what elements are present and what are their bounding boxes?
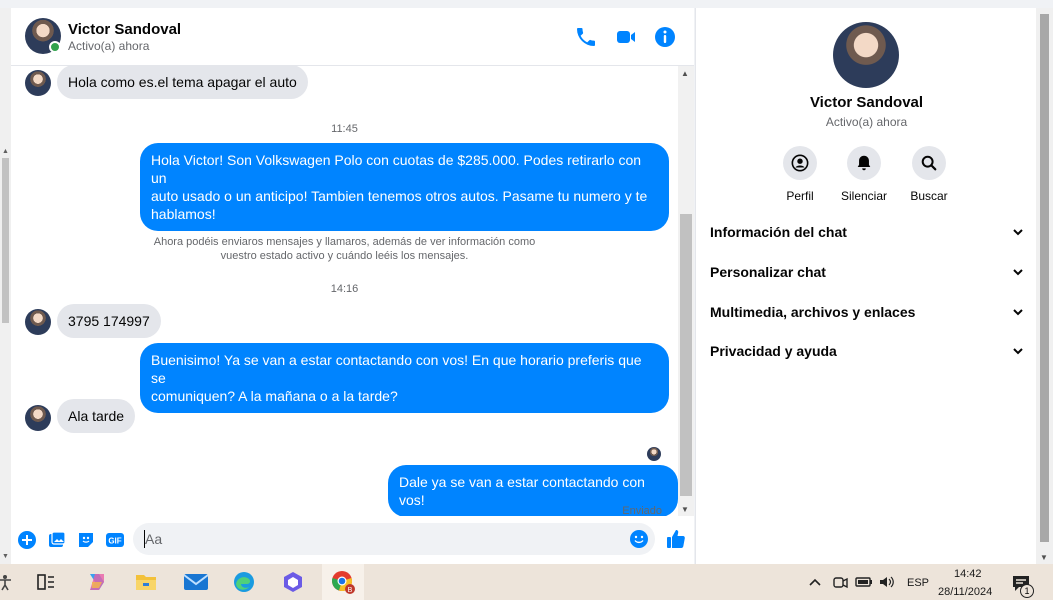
system-notice: Ahora podéis enviaros mensajes y llamaro… [141, 235, 548, 263]
page-scrollbar[interactable]: ▼ [1036, 8, 1053, 564]
windows-taskbar: B ESP 14:42 28/11/2024 1 [0, 564, 1053, 600]
message-timestamp: 14:16 [330, 283, 359, 295]
section-media-files-links[interactable]: Multimedia, archivos y enlaces [710, 298, 1024, 326]
like-icon[interactable] [665, 528, 687, 550]
profile-button[interactable]: Perfil [765, 146, 835, 203]
chevron-up-icon[interactable] [808, 576, 822, 588]
scroll-down-arrow-icon[interactable]: ▼ [1040, 553, 1048, 562]
message-composer: GIF [11, 516, 694, 564]
scroll-up-arrow-icon[interactable]: ▲ [681, 69, 689, 78]
chevron-down-icon [1013, 348, 1023, 355]
incoming-message[interactable]: 3795 174997 [57, 304, 161, 338]
scrollbar-thumb[interactable] [680, 214, 692, 496]
scrollbar-thumb[interactable] [2, 158, 9, 323]
message-list[interactable]: Hola como es.el tema apagar el auto 11:4… [11, 66, 678, 516]
message-input-box[interactable] [133, 523, 655, 555]
profile-status: Activo(a) ahora [825, 115, 908, 129]
section-title: Multimedia, archivos y enlaces [710, 304, 916, 320]
incoming-message[interactable]: Ala tarde [57, 399, 136, 433]
chat-panel: Victor Sandoval Activo(a) ahora Hola com… [11, 8, 694, 564]
copilot-app-icon[interactable] [272, 564, 314, 600]
sticker-icon[interactable] [76, 530, 96, 550]
delivery-status: Enviado [622, 505, 662, 516]
scrollbar-thumb[interactable] [1040, 14, 1049, 542]
battery-icon[interactable] [855, 575, 873, 589]
outgoing-message[interactable]: Buenisimo! Ya se van a estar contactando… [140, 343, 669, 413]
chevron-down-icon [1013, 309, 1023, 316]
clock-date[interactable]: 28/11/2024 [938, 586, 992, 598]
bell-icon [857, 155, 871, 171]
search-icon [921, 155, 937, 171]
window-top-edge [0, 0, 1053, 8]
action-label: Perfil [786, 189, 814, 203]
section-title: Personalizar chat [710, 264, 826, 280]
message-timestamp: 11:45 [331, 123, 358, 135]
notification-count-badge: 1 [1020, 584, 1034, 598]
section-privacy-support[interactable]: Privacidad y ayuda [710, 337, 1024, 365]
section-title: Privacidad y ayuda [710, 343, 837, 359]
section-chat-info[interactable]: Información del chat [710, 218, 1024, 246]
video-call-icon[interactable] [614, 25, 638, 49]
sender-avatar[interactable] [25, 405, 51, 431]
language-indicator[interactable]: ESP [907, 577, 929, 589]
notice-line: Ahora podéis enviaros mensajes y llamaro… [153, 236, 536, 248]
plus-icon[interactable] [17, 530, 37, 550]
chevron-down-icon [1013, 269, 1023, 276]
scroll-up-arrow-icon[interactable]: ▲ [2, 148, 9, 155]
chat-header: Victor Sandoval Activo(a) ahora [11, 8, 694, 66]
online-indicator [49, 41, 61, 53]
meet-now-icon[interactable] [832, 575, 848, 591]
contact-status: Activo(a) ahora [68, 39, 150, 53]
sender-avatar[interactable] [25, 70, 51, 96]
task-view-icon[interactable] [25, 564, 67, 600]
profile-icon [791, 154, 809, 172]
profile-name: Victor Sandoval [809, 94, 924, 111]
mute-button[interactable]: Silenciar [829, 146, 899, 203]
edge-icon[interactable] [223, 564, 265, 600]
contact-name[interactable]: Victor Sandoval [68, 21, 181, 38]
message-line: hablamos! [151, 206, 216, 222]
message-list-scrollbar[interactable]: ▲ ▼ [678, 66, 694, 516]
notice-line: vuestro estado activo y cuándo leéis los… [220, 250, 469, 262]
action-label: Buscar [910, 189, 948, 203]
sender-avatar[interactable] [25, 309, 51, 335]
svg-text:GIF: GIF [108, 537, 121, 546]
section-title: Información del chat [710, 224, 847, 240]
message-line: auto usado o un anticipo! Tambien tenemo… [151, 188, 648, 204]
file-explorer-icon[interactable] [125, 564, 167, 600]
outgoing-message[interactable]: Hola Victor! Son Volkswagen Polo con cuo… [140, 143, 669, 231]
seen-by-avatar [647, 447, 661, 461]
gif-icon[interactable]: GIF [105, 530, 125, 550]
section-customize-chat[interactable]: Personalizar chat [710, 258, 1024, 286]
action-label: Silenciar [840, 189, 888, 203]
profile-avatar[interactable] [833, 22, 899, 88]
conversation-info-panel: Victor Sandoval Activo(a) ahora Perfil S… [695, 8, 1036, 564]
image-icon[interactable] [47, 530, 67, 550]
message-line: Hola Victor! Son Volkswagen Polo con cuo… [151, 152, 642, 186]
incoming-message[interactable]: Hola como es.el tema apagar el auto [57, 66, 308, 99]
message-line: comuniquen? A la mañana o a la tarde? [151, 388, 398, 404]
scroll-down-arrow-icon[interactable]: ▼ [2, 553, 9, 560]
scroll-down-arrow-icon[interactable]: ▼ [681, 505, 689, 514]
clock-time[interactable]: 14:42 [954, 568, 982, 580]
accessibility-icon[interactable] [0, 564, 20, 600]
info-icon[interactable] [653, 25, 677, 49]
copilot-icon[interactable] [76, 564, 118, 600]
search-button[interactable]: Buscar [894, 146, 964, 203]
emoji-icon[interactable] [629, 529, 649, 549]
message-input[interactable] [145, 529, 615, 549]
volume-icon[interactable] [878, 575, 896, 589]
left-scrollbar[interactable]: ▲ ▼ [0, 8, 11, 564]
chrome-icon[interactable]: B [322, 564, 364, 600]
chevron-down-icon [1013, 229, 1023, 236]
phone-icon[interactable] [574, 25, 598, 49]
svg-text:B: B [348, 587, 353, 594]
mail-icon[interactable] [175, 564, 217, 600]
message-line: Buenisimo! Ya se van a estar contactando… [151, 352, 642, 386]
